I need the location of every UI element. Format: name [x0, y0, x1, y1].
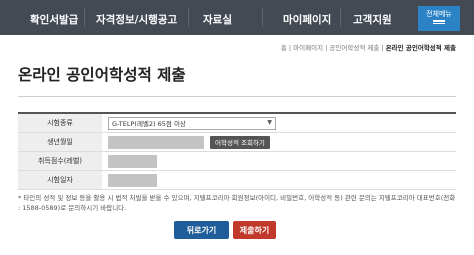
breadcrumb-separator: | — [325, 44, 328, 52]
exam-date-masked-field — [108, 173, 157, 187]
birthdate-masked-field[interactable] — [108, 135, 204, 149]
breadcrumb-separator: | — [381, 44, 384, 52]
breadcrumb-home[interactable]: 홈 — [281, 44, 287, 52]
exam-type-label: 시험종류 — [18, 114, 102, 132]
birthdate-cell: 어학성적 조회하기 — [102, 133, 456, 151]
score-lookup-button[interactable]: 어학성적 조회하기 — [210, 135, 270, 149]
breadcrumb: 홈 | 마이페이지 | 공인어학성적 제출 | 온라인 공인어학성적 제출 — [281, 42, 456, 52]
page-title: 온라인 공인어학성적 제출 — [18, 66, 186, 84]
nav-divider — [84, 8, 85, 27]
all-menu-label: 전체메뉴 — [426, 10, 452, 18]
nav-divider — [340, 8, 341, 27]
breadcrumb-current: 온라인 공인어학성적 제출 — [385, 44, 456, 52]
chevron-down-icon: ▼ — [267, 118, 272, 126]
birthdate-label: 생년월일 — [18, 133, 102, 151]
score-label: 취득점수(레벨) — [18, 152, 102, 170]
back-button[interactable]: 뒤로가기 — [174, 221, 229, 239]
score-cell — [102, 152, 456, 170]
title-divider — [18, 96, 456, 97]
form-row-exam-date: 시험일자 — [18, 171, 456, 190]
menu-icon-bar — [433, 22, 445, 24]
nav-item-certificate[interactable]: 확인서발급 — [30, 12, 78, 27]
exam-type-cell: G-TELP(레벨2) 65점 이상 ▼ — [102, 114, 456, 132]
nav-item-resources[interactable]: 자료실 — [203, 12, 232, 27]
all-menu-button[interactable]: 전체메뉴 — [418, 6, 460, 31]
submit-button[interactable]: 제출하기 — [233, 221, 276, 239]
exam-type-select[interactable]: G-TELP(레벨2) 65점 이상 ▼ — [108, 116, 276, 130]
nav-divider — [262, 8, 263, 27]
breadcrumb-separator: | — [288, 44, 292, 52]
breadcrumb-mypage[interactable]: 마이페이지 — [293, 44, 323, 52]
breadcrumb-score-submit[interactable]: 공인어학성적 제출 — [329, 44, 379, 52]
nav-item-support[interactable]: 고객지원 — [353, 12, 392, 27]
form-row-score: 취득점수(레벨) — [18, 152, 456, 171]
legal-notice: * 타인의 성적 및 정보 등을 활용 시 법적 처벌을 받을 수 있으며, 지… — [18, 194, 456, 212]
nav-item-mypage[interactable]: 마이페이지 — [283, 12, 331, 27]
form-row-exam-type: 시험종류 G-TELP(레벨2) 65점 이상 ▼ — [18, 114, 456, 133]
exam-date-label: 시험일자 — [18, 171, 102, 189]
score-masked-field — [108, 154, 157, 168]
top-navigation: 확인서발급 자격정보/시행공고 자료실 마이페이지 고객지원 전체메뉴 — [0, 0, 474, 35]
score-form-table: 시험종류 G-TELP(레벨2) 65점 이상 ▼ 생년월일 어학성적 조회하기… — [18, 112, 456, 190]
menu-icon — [433, 20, 445, 22]
exam-type-selected-value: G-TELP(레벨2) 65점 이상 — [112, 120, 186, 128]
nav-item-qualification[interactable]: 자격정보/시행공고 — [96, 12, 177, 27]
form-row-birthdate: 생년월일 어학성적 조회하기 — [18, 133, 456, 152]
exam-date-cell — [102, 171, 456, 189]
nav-divider — [188, 8, 189, 27]
